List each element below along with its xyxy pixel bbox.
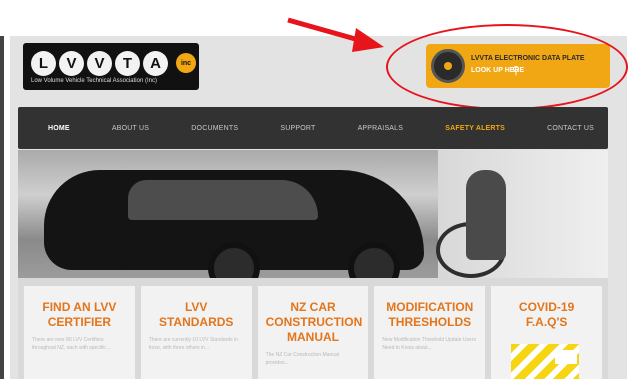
card-title: LVV STANDARDS [158, 300, 234, 329]
main-nav: HOME ABOUT US DOCUMENTS SUPPORT APPRAISA… [18, 107, 608, 149]
logo-letter: V [87, 51, 112, 76]
card-title: NZ CAR CONSTRUCTION MANUAL [265, 300, 363, 344]
lvvta-logo[interactable]: L V V T A inc Low Volume Vehicle Technic… [23, 43, 199, 90]
hero-banner-image [18, 150, 608, 278]
card-title: FIND AN LVV CERTIFIER [42, 300, 117, 329]
logo-letter: L [31, 51, 56, 76]
nav-item-support[interactable]: SUPPORT [280, 125, 315, 132]
card-description: New Modification Threshold Update Users … [382, 337, 476, 351]
card-title: MODIFICATION THRESHOLDS [386, 300, 474, 329]
logo-badge: inc [176, 53, 196, 73]
hero-person [466, 170, 506, 260]
logo-tagline: Low Volume Vehicle Technical Association… [31, 78, 157, 84]
nav-item-about-us[interactable]: ABOUT US [112, 125, 149, 132]
hero-car-window [128, 180, 318, 220]
card-description: There are over 80 LVV Certifiers through… [32, 337, 111, 351]
logo-letter: T [115, 51, 140, 76]
feature-cards: FIND AN LVV CERTIFIER There are over 80 … [18, 278, 608, 379]
covid-warning-image [511, 344, 580, 379]
card-find-certifier[interactable]: FIND AN LVV CERTIFIER There are over 80 … [24, 286, 135, 379]
logo-letter: V [59, 51, 84, 76]
card-description: The NZ Car Construction Manual provides.… [265, 352, 339, 366]
nav-item-safety-alerts[interactable]: SAFETY ALERTS [445, 125, 505, 132]
card-description: There are currently 10 LVV Standards in … [148, 337, 238, 351]
card-covid-faqs[interactable]: COVID-19 F.A.Q'S [491, 286, 602, 379]
nav-item-home[interactable]: HOME [48, 125, 70, 132]
card-car-construction-manual[interactable]: NZ CAR CONSTRUCTION MANUAL The NZ Car Co… [257, 286, 369, 379]
nav-item-appraisals[interactable]: APPRAISALS [358, 125, 404, 132]
covid-warning-label [555, 350, 578, 364]
logo-letter: A [143, 51, 168, 76]
nav-item-contact-us[interactable]: CONTACT US [547, 125, 594, 132]
red-arrow-annotation [287, 17, 384, 52]
nav-item-documents[interactable]: DOCUMENTS [191, 125, 238, 132]
page-left-edge [0, 36, 4, 379]
card-modification-thresholds[interactable]: MODIFICATION THRESHOLDS New Modification… [374, 286, 486, 379]
card-lvv-standards[interactable]: LVV STANDARDS There are currently 10 LVV… [140, 286, 252, 379]
card-title: COVID-19 F.A.Q'S [518, 300, 575, 329]
red-circle-annotation [386, 24, 628, 110]
